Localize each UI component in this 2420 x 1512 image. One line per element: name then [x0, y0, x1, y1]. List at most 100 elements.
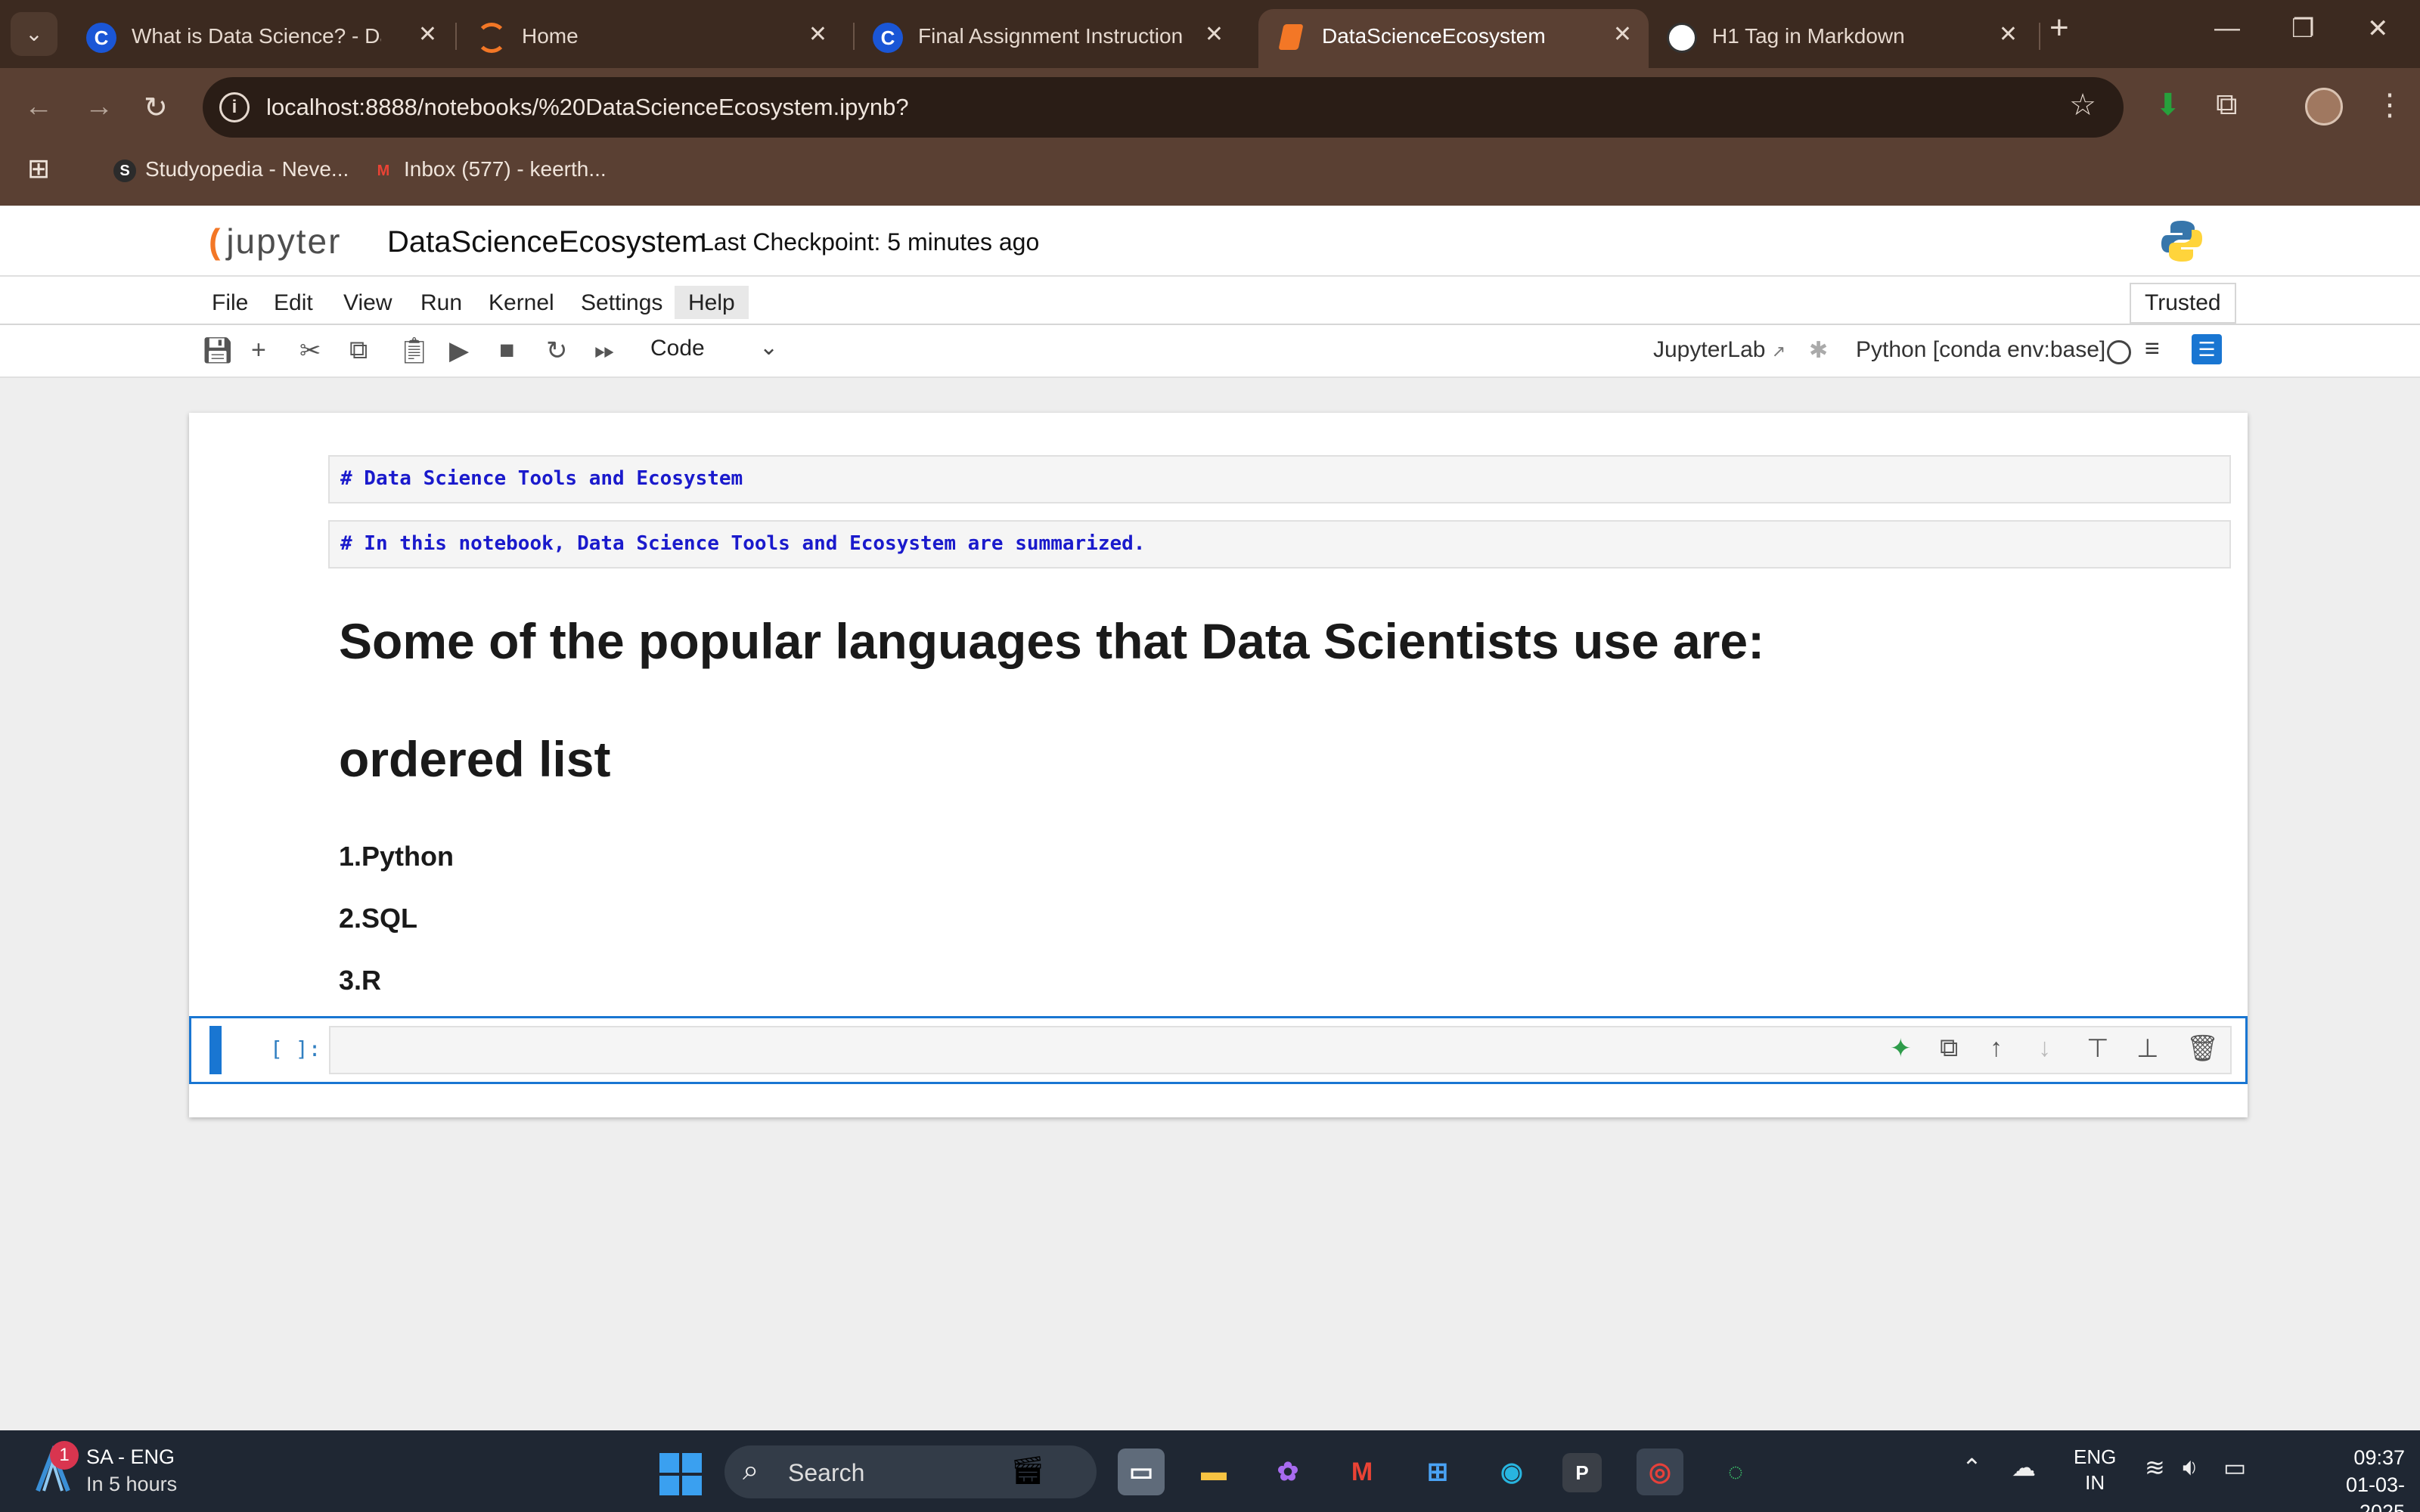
run-icon[interactable]: ▶	[449, 336, 469, 366]
jupyter-logo-icon: (	[209, 222, 222, 261]
delete-cell-icon[interactable]: 🗑︎	[2186, 1033, 2219, 1064]
loading-app-icon[interactable]: ◌	[1712, 1448, 1759, 1495]
menu-settings[interactable]: Settings	[567, 286, 676, 319]
insert-cell-icon[interactable]: +	[251, 336, 266, 365]
task-view-icon[interactable]: ▭	[1118, 1448, 1165, 1495]
gmail-icon[interactable]: M	[1339, 1448, 1385, 1495]
restart-icon[interactable]: ↻	[546, 336, 568, 366]
cell-source: # In this notebook, Data Science Tools a…	[340, 532, 1146, 555]
coursera-icon: C	[873, 23, 903, 53]
save-icon[interactable]: 💾︎	[201, 336, 234, 366]
tab-title: What is Data Science? - Data li	[132, 24, 381, 48]
cut-icon[interactable]: ✂	[299, 336, 321, 366]
windows-start-icon[interactable]	[659, 1453, 702, 1495]
kernel-name[interactable]: Python [conda env:base]	[1856, 337, 2105, 363]
volume-icon[interactable]: 🔉︎	[2183, 1453, 2198, 1482]
debugger-icon[interactable]: ✱	[1809, 337, 1828, 364]
region-code: IN	[2085, 1471, 2105, 1494]
raw-markdown-cell[interactable]: # Data Science Tools and Ecosystem	[328, 455, 2231, 503]
restart-run-all-icon[interactable]: ⏩︎	[594, 336, 615, 365]
move-up-icon[interactable]: ↑	[1990, 1033, 2003, 1063]
close-window-icon[interactable]: ✕	[2367, 14, 2389, 44]
tab-datascienceecosystem[interactable]: DataScienceEcosystem ✕	[1258, 9, 1649, 68]
jupyter-logo-text: jupyter	[226, 222, 342, 261]
cell-type-select[interactable]: Code	[650, 336, 705, 361]
markdown-heading: Some of the popular languages that Data …	[339, 613, 1765, 669]
tab-title: Home	[522, 24, 579, 48]
chrome-icon[interactable]: ◎	[1637, 1448, 1683, 1495]
language-indicator[interactable]: ENG IN	[2074, 1444, 2116, 1495]
close-tab-icon[interactable]: ✕	[1999, 21, 2018, 48]
copy-icon[interactable]: ⧉	[349, 336, 368, 365]
tab-divider	[2039, 23, 2040, 50]
active-code-cell[interactable]: [ ]: ✦ ⧉ ↑ ↓ ⊤ ⊥ 🗑︎	[189, 1016, 2248, 1084]
python-kernel-icon	[2161, 221, 2202, 262]
close-tab-icon[interactable]: ✕	[1205, 21, 1224, 48]
tab-what-is-data-science[interactable]: C What is Data Science? - Data li ✕	[68, 9, 454, 68]
close-tab-icon[interactable]: ✕	[808, 21, 827, 48]
property-inspector-icon[interactable]: ☰	[2192, 334, 2222, 364]
url-bar[interactable]: i localhost:8888/notebooks/%20DataScienc…	[203, 77, 2124, 138]
battery-icon[interactable]: ▭	[2223, 1453, 2246, 1482]
insert-above-icon[interactable]: ⊤	[2086, 1033, 2109, 1064]
raw-markdown-cell[interactable]: # In this notebook, Data Science Tools a…	[328, 520, 2231, 569]
paste-icon[interactable]: 📋︎	[398, 336, 430, 366]
onedrive-icon[interactable]: ☁	[2012, 1453, 2036, 1482]
menu-file[interactable]: File	[198, 286, 262, 319]
ai-sparkle-icon[interactable]: ✦	[1890, 1033, 1912, 1064]
menu-view[interactable]: View	[330, 286, 405, 319]
notebook-toolbar: 💾︎ + ✂ ⧉ 📋︎ ▶ ■ ↻ ⏩︎ Code ⌄ JupyterLab ↗…	[0, 325, 2420, 378]
menu-lines-icon[interactable]: ≡	[2145, 334, 2160, 364]
browser-tab-bar: ⌄ C What is Data Science? - Data li ✕ Ho…	[0, 0, 2420, 68]
wifi-icon[interactable]: ≋	[2145, 1453, 2165, 1482]
back-icon[interactable]: ←	[24, 91, 53, 123]
windows-taskbar: 1 SA - ENG In 5 hours ⌕ Search 🎬︎ ▭ ▬ ✿ …	[0, 1430, 2420, 1512]
minimize-icon[interactable]: —	[2214, 14, 2240, 43]
more-menu-icon[interactable]: ⋮	[2375, 88, 2405, 122]
site-info-icon[interactable]: i	[219, 92, 250, 122]
chevron-down-icon[interactable]: ⌄	[759, 334, 778, 361]
duplicate-cell-icon[interactable]: ⧉	[1940, 1033, 1958, 1063]
restore-icon[interactable]: ❐	[2291, 14, 2314, 44]
copilot-icon[interactable]: ✿	[1264, 1448, 1311, 1495]
cell-collapser[interactable]	[209, 1026, 222, 1074]
edge-icon[interactable]: ◉	[1488, 1448, 1535, 1495]
microsoft-store-icon[interactable]: ⊞	[1414, 1448, 1461, 1495]
download-icon[interactable]: ⬇	[2155, 88, 2181, 122]
reload-icon[interactable]: ↻	[144, 91, 168, 125]
search-label: Search	[788, 1459, 865, 1486]
tab-h1-tag-in-markdown[interactable]: H1 Tag in Markdown ✕	[1649, 9, 2034, 68]
coursera-icon: C	[86, 23, 116, 53]
show-hidden-icons[interactable]: ⌃	[1962, 1453, 1982, 1482]
close-tab-icon[interactable]: ✕	[1613, 21, 1632, 48]
tab-search-button[interactable]: ⌄	[11, 12, 57, 56]
menu-edit[interactable]: Edit	[260, 286, 327, 319]
jupyterlab-link[interactable]: JupyterLab ↗	[1653, 337, 1786, 363]
avatar[interactable]	[2305, 88, 2343, 125]
stop-icon[interactable]: ■	[499, 336, 515, 365]
trusted-indicator[interactable]: Trusted	[2130, 283, 2236, 324]
menu-help[interactable]: Help	[675, 286, 749, 319]
bookmark-star-icon[interactable]: ☆	[2069, 88, 2096, 122]
file-explorer-icon[interactable]: ▬	[1190, 1448, 1237, 1495]
menu-kernel[interactable]: Kernel	[475, 286, 568, 319]
insert-below-icon[interactable]: ⊥	[2136, 1033, 2159, 1064]
clock-time: 09:37	[2353, 1446, 2405, 1469]
new-tab-icon[interactable]: +	[2049, 9, 2069, 47]
tab-final-assignment[interactable]: C Final Assignment Instructions: ✕	[855, 9, 1240, 68]
menu-run[interactable]: Run	[407, 286, 476, 319]
tab-home[interactable]: Home ✕	[458, 9, 844, 68]
close-tab-icon[interactable]: ✕	[418, 21, 437, 48]
jupyter-logo[interactable]: (jupyter	[209, 221, 341, 262]
bookmarks-bar: ⊞ S Studyopedia - Neve... M Inbox (577) - …	[0, 147, 2420, 206]
pdf-app-icon[interactable]: P	[1562, 1453, 1602, 1492]
notebook-title[interactable]: DataScienceEcosystem	[387, 225, 706, 259]
system-clock[interactable]: 09:37 01-03-2025	[2322, 1444, 2405, 1512]
bookmark-gmail-inbox[interactable]: M Inbox (577) - keerth...	[372, 157, 607, 182]
apps-grid-icon[interactable]: ⊞	[27, 153, 50, 184]
taskbar-search[interactable]: ⌕ Search 🎬︎	[724, 1445, 1097, 1498]
extensions-icon[interactable]: ⧉	[2216, 88, 2238, 122]
forward-icon[interactable]: →	[85, 91, 113, 123]
bookmark-studyopedia[interactable]: S Studyopedia - Neve...	[113, 157, 349, 182]
move-down-icon[interactable]: ↓	[2038, 1033, 2051, 1063]
